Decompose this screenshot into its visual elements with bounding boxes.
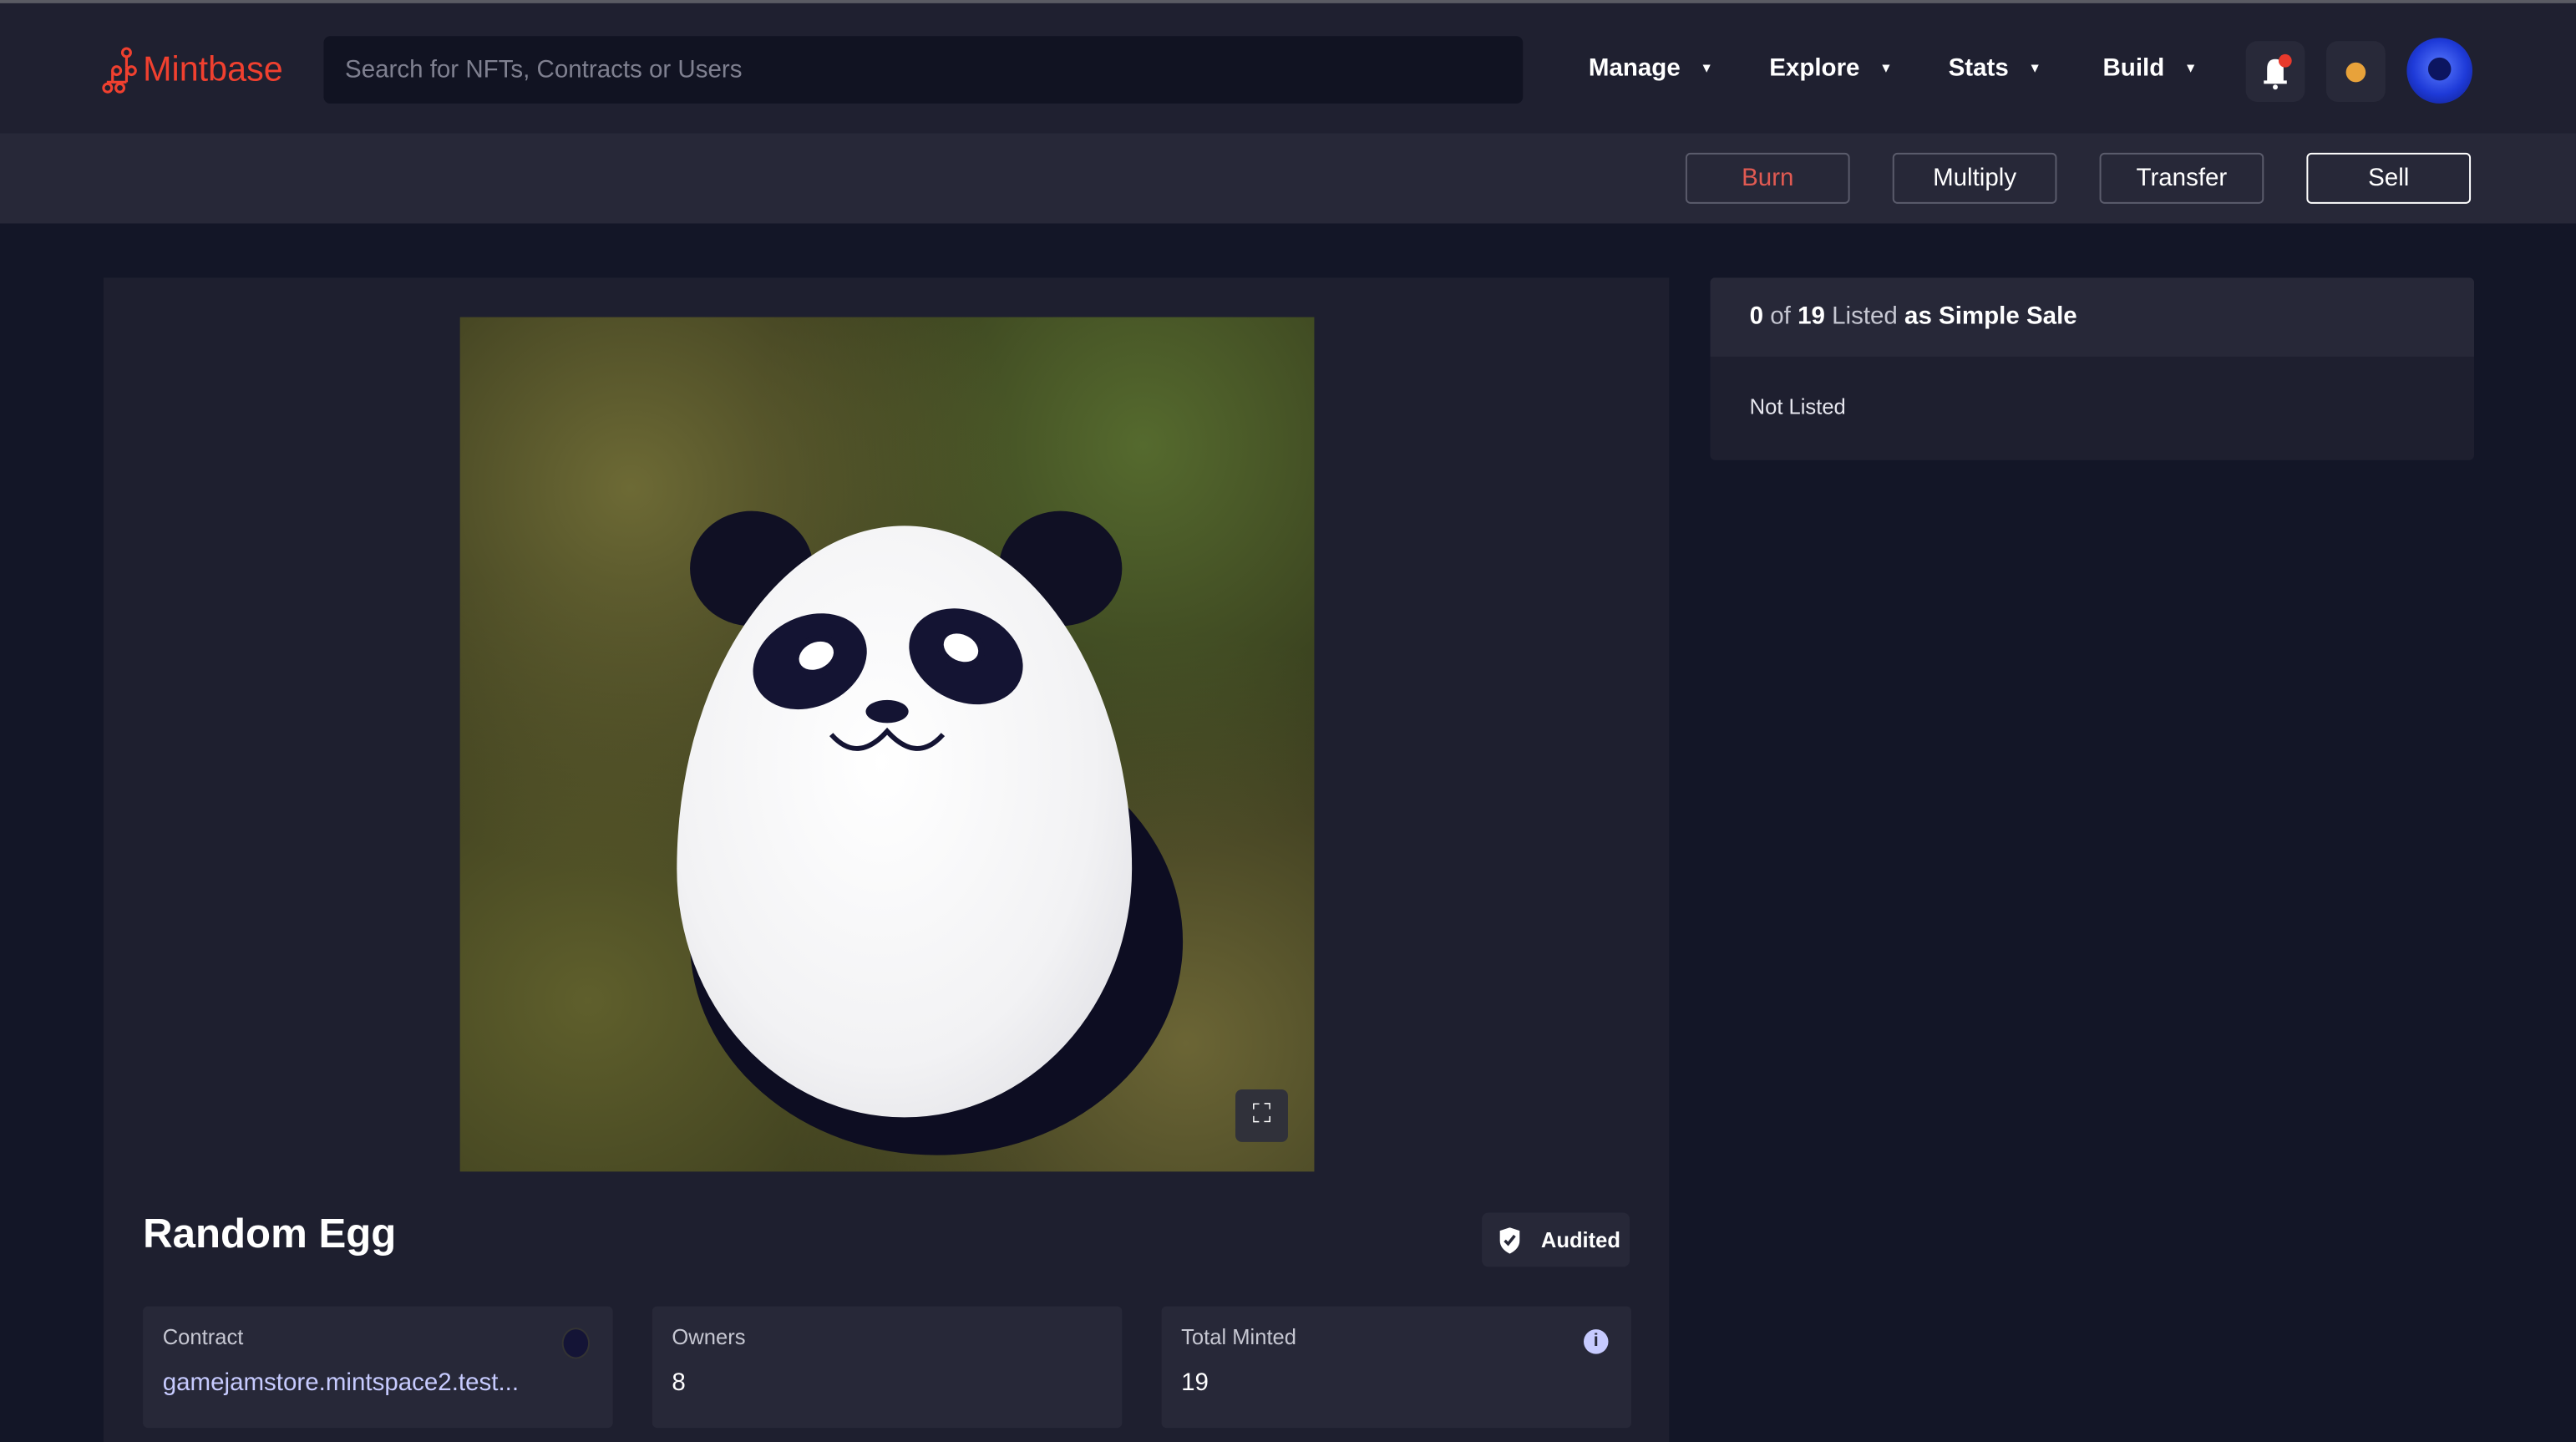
stat-label: Owners xyxy=(672,1324,746,1349)
wallet-status-button[interactable] xyxy=(2325,41,2386,102)
status-dot-icon xyxy=(2345,62,2366,83)
sale-type: as Simple Sale xyxy=(1904,302,2077,331)
menu-label: Build xyxy=(2102,53,2165,83)
chevron-down-icon: ▼ xyxy=(1879,60,1893,76)
audited-badge[interactable]: Audited xyxy=(1482,1212,1630,1267)
menu-label: Manage xyxy=(1588,53,1681,83)
chevron-down-icon: ▼ xyxy=(2028,60,2041,76)
info-icon[interactable]: i xyxy=(1583,1329,1609,1354)
listing-status: Not Listed xyxy=(1749,394,1846,419)
menu-label: Stats xyxy=(1948,53,2009,83)
burn-button[interactable]: Burn xyxy=(1685,152,1850,204)
search-input[interactable] xyxy=(323,36,1524,104)
menu-manage[interactable]: Manage ▼ xyxy=(1589,54,1713,82)
menu-explore[interactable]: Explore ▼ xyxy=(1769,54,1892,82)
total-count: 19 xyxy=(1798,302,1825,331)
fullscreen-icon[interactable]: ⛶ xyxy=(1235,1089,1288,1142)
nft-image[interactable]: ⛶ xyxy=(459,317,1315,1172)
listing-header: 0 of 19 Listed as Simple Sale xyxy=(1710,277,2475,357)
contract-stat: Contract gamejamstore.mintspace2.test... xyxy=(143,1306,613,1429)
transfer-button[interactable]: Transfer xyxy=(2099,152,2264,204)
menu-build[interactable]: Build ▼ xyxy=(2103,54,2198,82)
multiply-button[interactable]: Multiply xyxy=(1892,152,2057,204)
mintbase-logo-icon xyxy=(102,47,137,94)
stat-label: Contract xyxy=(162,1324,244,1349)
menu-stats[interactable]: Stats ▼ xyxy=(1949,54,2041,82)
sell-button[interactable]: Sell xyxy=(2306,152,2472,204)
user-avatar[interactable] xyxy=(2406,38,2473,104)
listed-count: 0 xyxy=(1749,302,1764,331)
contract-logo-icon xyxy=(561,1328,591,1359)
brand-name: Mintbase xyxy=(143,50,283,89)
audited-label: Audited xyxy=(1540,1227,1621,1252)
shield-check-icon xyxy=(1499,1226,1520,1253)
contract-link[interactable]: gamejamstore.mintspace2.test... xyxy=(163,1368,519,1396)
bell-icon xyxy=(2264,53,2292,90)
listing-panel: 0 of 19 Listed as Simple Sale Not Listed xyxy=(1710,277,2475,460)
chevron-down-icon: ▼ xyxy=(2183,60,2198,76)
nft-detail-card: ⛶ Random Egg Audited Contract gamejamsto… xyxy=(103,277,1670,1442)
notifications-button[interactable] xyxy=(2245,41,2305,102)
action-bar: Burn Multiply Transfer Sell xyxy=(0,133,2576,224)
of-text: of xyxy=(1770,302,1791,331)
listed-text: Listed xyxy=(1832,302,1898,331)
stat-label: Total Minted xyxy=(1181,1324,1296,1349)
owners-stat: Owners 8 xyxy=(652,1306,1123,1429)
stat-value: 8 xyxy=(672,1368,686,1397)
nft-title: Random Egg xyxy=(143,1211,397,1257)
avatar-mask-icon xyxy=(2427,57,2452,81)
total-minted-stat: Total Minted 19 i xyxy=(1161,1306,1632,1429)
top-navbar: Mintbase Manage ▼ Explore ▼ Stats ▼ Build ▼ xyxy=(0,3,2576,134)
stat-value: 19 xyxy=(1181,1368,1209,1397)
brand-logo[interactable]: Mintbase xyxy=(102,46,283,95)
menu-label: Explore xyxy=(1769,53,1860,83)
chevron-down-icon: ▼ xyxy=(1700,60,1713,76)
